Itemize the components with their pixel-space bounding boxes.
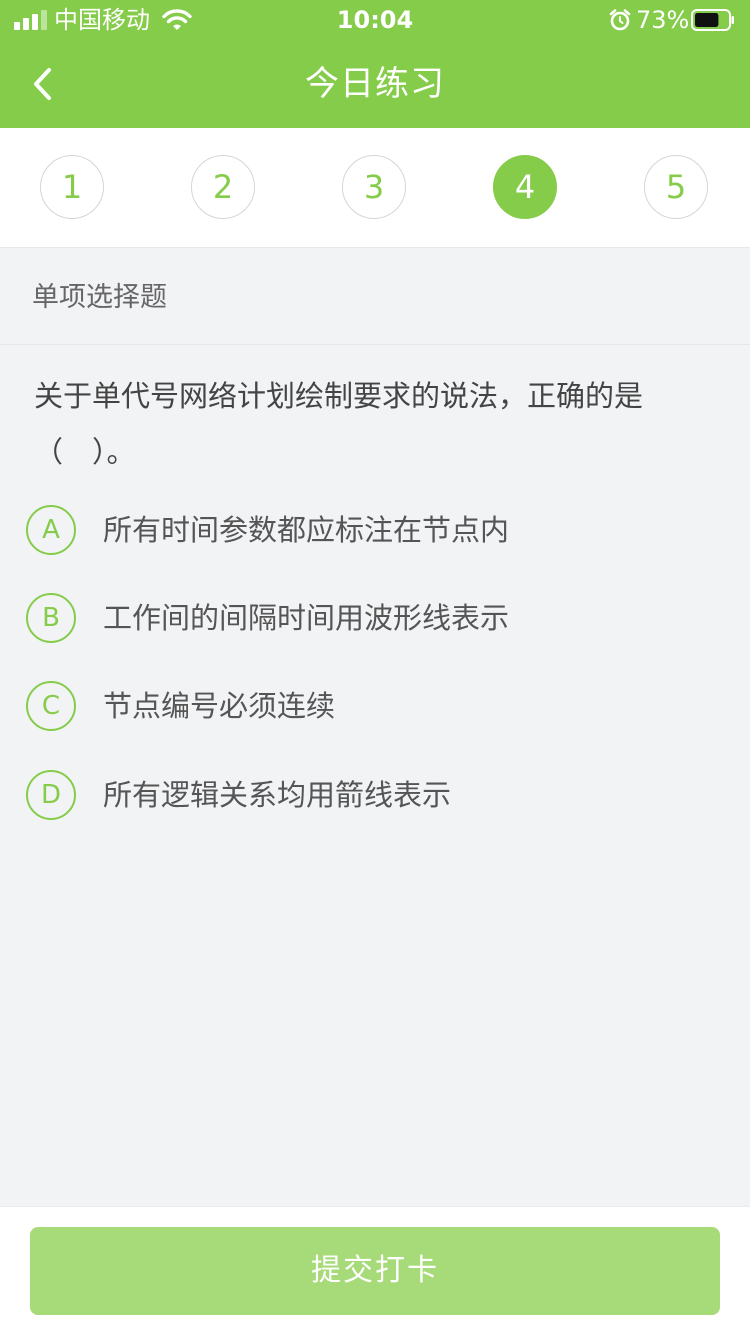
nav-bar: 今日练习 xyxy=(0,40,750,128)
option-letter: C xyxy=(26,681,76,731)
option-text: 所有逻辑关系均用箭线表示 xyxy=(103,778,452,812)
battery-icon xyxy=(691,9,734,31)
step-2[interactable]: 2 xyxy=(191,155,255,219)
header: 中国移动 10:04 73% 今日练习 xyxy=(0,0,750,128)
option-text: 所有时间参数都应标注在节点内 xyxy=(103,513,510,547)
question-text: 关于单代号网络计划绘制要求的说法，正确的是（ ）。 xyxy=(34,379,644,469)
footer: 提交打卡 xyxy=(0,1206,750,1334)
submit-checkin-button[interactable]: 提交打卡 xyxy=(30,1227,720,1315)
option-d[interactable]: D 所有逻辑关系均用箭线表示 xyxy=(26,767,726,823)
question-step-selector: 1 2 3 4 5 xyxy=(0,128,750,248)
step-1[interactable]: 1 xyxy=(40,155,104,219)
question-type-label: 单项选择题 xyxy=(32,282,167,313)
page-title: 今日练习 xyxy=(305,64,445,104)
step-3[interactable]: 3 xyxy=(342,155,406,219)
option-c[interactable]: C 节点编号必须连续 xyxy=(26,678,726,734)
option-letter: A xyxy=(26,505,76,555)
option-a[interactable]: A 所有时间参数都应标注在节点内 xyxy=(26,502,726,558)
status-bar: 中国移动 10:04 73% xyxy=(0,0,750,40)
question-type-band: 单项选择题 xyxy=(0,248,750,345)
option-text: 节点编号必须连续 xyxy=(103,689,336,723)
battery-percent: 73% xyxy=(636,6,690,34)
option-text: 工作间的间隔时间用波形线表示 xyxy=(103,601,510,635)
option-b[interactable]: B 工作间的间隔时间用波形线表示 xyxy=(26,590,726,646)
step-5[interactable]: 5 xyxy=(644,155,708,219)
step-4[interactable]: 4 xyxy=(493,155,557,219)
alarm-icon xyxy=(609,9,631,31)
option-letter: B xyxy=(26,593,76,643)
option-letter: D xyxy=(26,770,76,820)
